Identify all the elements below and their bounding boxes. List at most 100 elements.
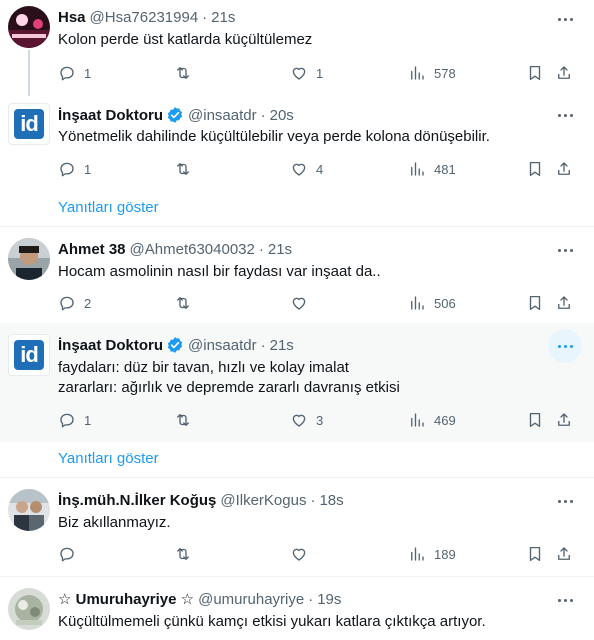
retweet-button[interactable] [174,63,200,83]
view-count: 578 [434,65,456,81]
bookmark-icon [529,65,541,81]
retweet-icon [177,414,189,426]
view-count: 506 [434,295,456,311]
show-replies-link[interactable]: Yanıtları göster [58,199,159,216]
reply-icon [60,162,74,177]
display-name[interactable]: İnş.müh.N.İlker Koğuş [58,492,216,509]
tweet-actions: 189 [50,544,584,564]
tweet-text-line-1: faydaları: düz bir tavan, hızlı ve kolay… [58,359,349,376]
avatar[interactable] [8,6,50,48]
analytics-icon [411,296,424,310]
avatar[interactable]: id [8,103,50,145]
bookmark-button[interactable] [526,544,544,564]
share-button[interactable] [555,410,573,430]
separator: · [202,8,208,26]
more-options-button[interactable] [548,484,582,518]
like-button[interactable]: 1 [290,63,323,83]
share-button[interactable] [555,63,573,83]
tweet-insaatdr-reply[interactable]: id İnşaat Doktoru @insaatdr · 20s Yönetm… [0,96,594,190]
timestamp[interactable]: 18s [319,492,343,509]
retweet-button[interactable] [174,544,200,564]
timestamp[interactable]: 20s [270,107,294,124]
analytics-icon [411,162,424,176]
tweet-header: İnş.müh.N.İlker Koğuş @IlkerKogus · 18s [58,490,344,510]
tweet-ahmet38[interactable]: Ahmet 38 @Ahmet63040032 · 21s Hocam asmo… [0,227,594,323]
tweet-ilkerkogus[interactable]: İnş.müh.N.İlker Koğuş @IlkerKogus · 18s … [0,478,594,576]
reply-button[interactable]: 1 [58,63,91,83]
more-options-button[interactable] [548,329,582,363]
user-handle[interactable]: @insaatdr [188,107,257,124]
bookmark-button[interactable] [526,293,544,313]
more-options-button[interactable] [548,98,582,132]
tweet-hsa[interactable]: Hsa @Hsa76231994 · 21s Kolon perde üst k… [0,0,594,96]
heart-icon [292,414,306,427]
avatar[interactable] [8,588,50,630]
like-button[interactable]: 4 [290,159,323,179]
heart-icon [292,548,306,561]
views-button[interactable]: 469 [408,410,456,430]
timestamp[interactable]: 21s [268,241,292,258]
share-icon [558,66,570,79]
share-icon [558,547,570,560]
share-icon [558,162,570,175]
like-button[interactable] [290,293,316,313]
retweet-icon [177,67,189,79]
verified-badge-icon [166,336,184,354]
reply-button[interactable] [58,544,84,564]
tweet-umuruhayriye[interactable]: ☆ Umuruhayriye ☆ @umuruhayriye · 19s Küç… [0,577,594,640]
bookmark-icon [529,295,541,311]
timestamp[interactable]: 19s [317,591,341,608]
tweet-actions: 1 3 469 [50,410,584,430]
display-name[interactable]: İnşaat Doktoru [58,337,163,354]
display-name[interactable]: İnşaat Doktoru [58,107,163,124]
avatar[interactable] [8,489,50,531]
analytics-icon [411,66,424,80]
display-name[interactable]: Hsa [58,9,86,26]
tweet-header: Hsa @Hsa76231994 · 21s [58,7,235,27]
reply-button[interactable]: 2 [58,293,91,313]
user-handle[interactable]: @Hsa76231994 [90,9,199,26]
display-name[interactable]: ☆ Umuruhayriye ☆ [58,590,194,608]
retweet-button[interactable] [174,293,200,313]
user-handle[interactable]: @IlkerKogus [220,492,306,509]
separator: · [308,590,314,608]
share-icon [558,296,570,309]
retweet-icon [177,548,189,560]
reply-count: 1 [84,412,92,428]
views-button[interactable]: 506 [408,293,456,313]
reply-button[interactable]: 1 [58,159,91,179]
like-button[interactable]: 3 [290,410,323,430]
views-button[interactable]: 578 [408,63,456,83]
share-button[interactable] [555,293,573,313]
like-button[interactable] [290,544,316,564]
avatar[interactable] [8,238,50,280]
user-handle[interactable]: @insaatdr [188,337,257,354]
analytics-icon [411,413,424,427]
show-replies-link[interactable]: Yanıtları göster [58,450,159,467]
user-handle[interactable]: @Ahmet63040032 [130,241,255,258]
heart-icon [292,297,306,310]
views-button[interactable]: 189 [408,544,456,564]
bookmark-button[interactable] [526,159,544,179]
bookmark-icon [529,161,541,177]
views-button[interactable]: 481 [408,159,456,179]
more-options-button[interactable] [548,2,582,36]
bookmark-button[interactable] [526,410,544,430]
share-button[interactable] [555,544,573,564]
tweet-actions: 1 1 578 [50,63,584,83]
user-handle[interactable]: @umuruhayriye [198,591,304,608]
retweet-button[interactable] [174,410,200,430]
timestamp[interactable]: 21s [211,9,235,26]
more-options-button[interactable] [548,583,582,617]
reply-button[interactable]: 1 [58,410,91,430]
bookmark-button[interactable] [526,63,544,83]
display-name[interactable]: Ahmet 38 [58,241,126,258]
more-options-button[interactable] [548,233,582,267]
retweet-button[interactable] [174,159,200,179]
share-button[interactable] [555,159,573,179]
reply-icon [60,413,74,428]
timestamp[interactable]: 21s [270,337,294,354]
avatar[interactable]: id [8,334,50,376]
tweet-insaatdr-answer[interactable]: id İnşaat Doktoru @insaatdr · 21s faydal… [0,323,594,442]
like-count: 4 [316,161,324,177]
